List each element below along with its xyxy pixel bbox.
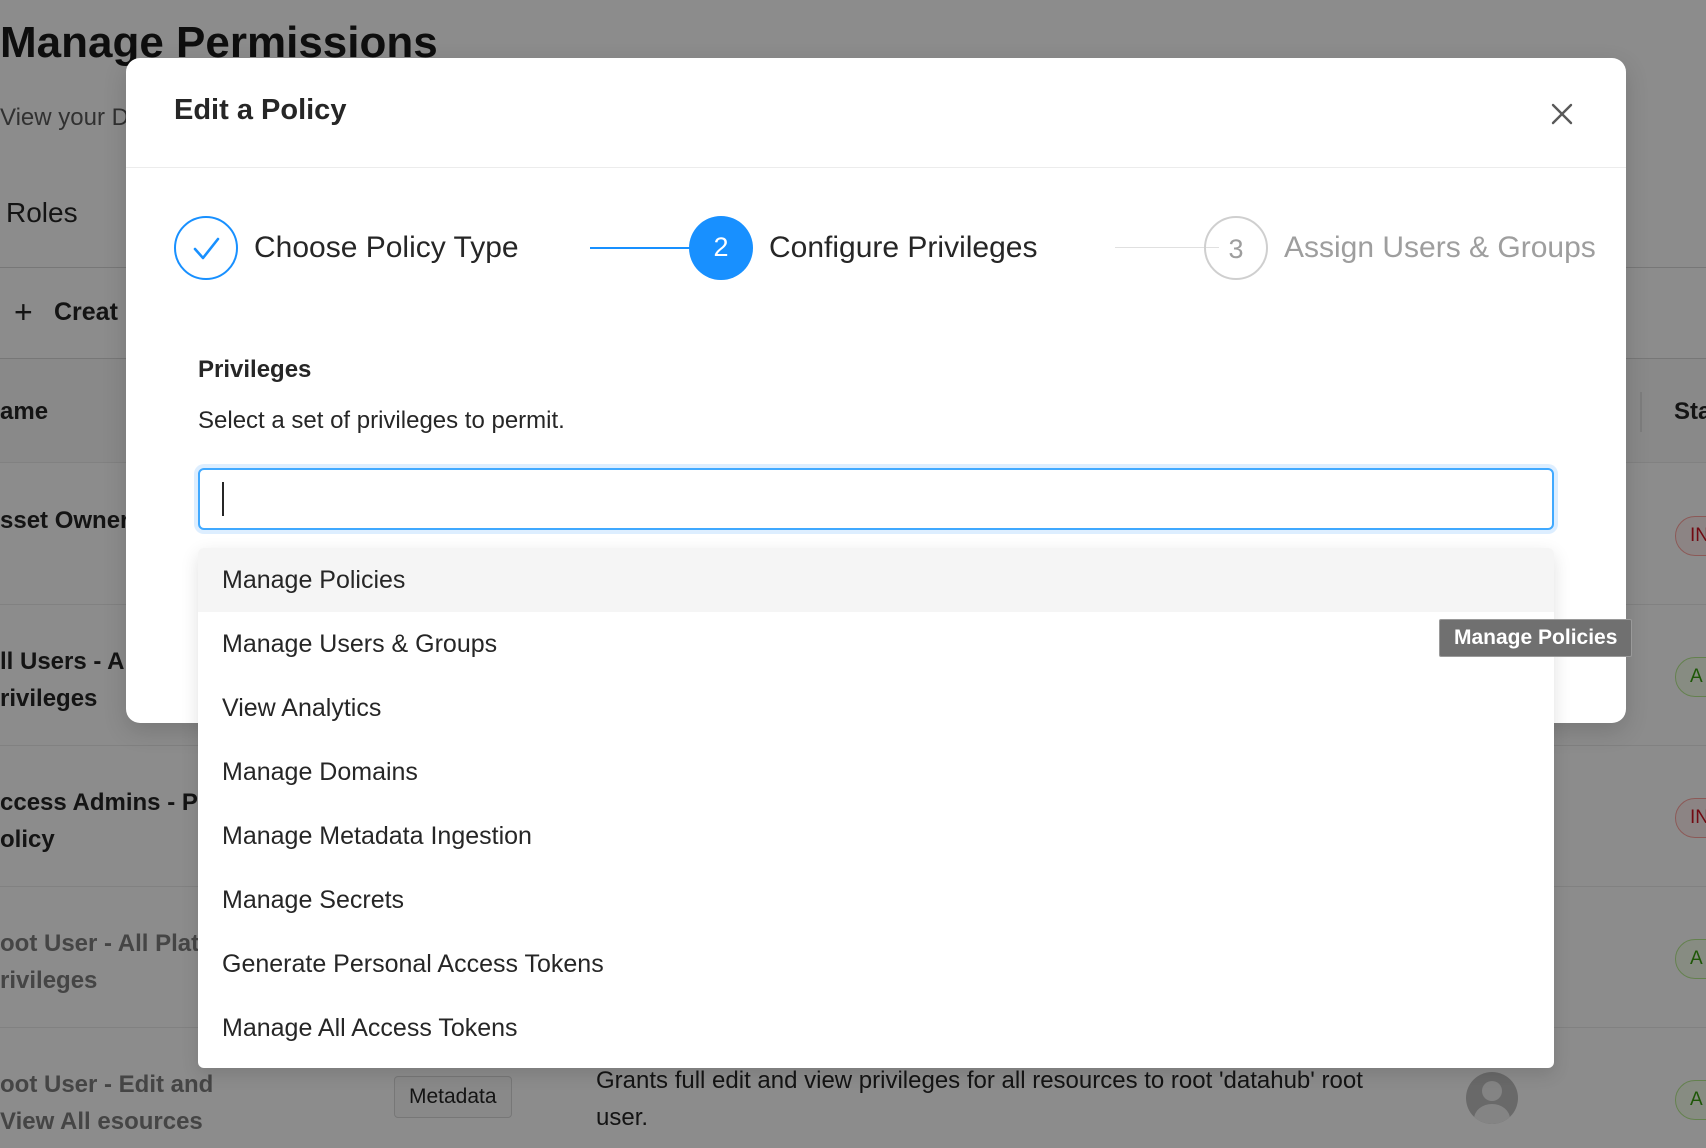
step-1-label: Choose Policy Type bbox=[254, 231, 519, 264]
dropdown-option-manage-policies[interactable]: Manage Policies bbox=[198, 548, 1554, 612]
step-2-label: Configure Privileges bbox=[769, 231, 1038, 264]
dropdown-option-generate-personal-access-tokens[interactable]: Generate Personal Access Tokens bbox=[198, 932, 1554, 996]
modal-title: Edit a Policy bbox=[174, 94, 347, 126]
text-cursor bbox=[222, 482, 224, 516]
privileges-dropdown: Manage Policies Manage Users & Groups Vi… bbox=[198, 548, 1554, 1068]
step-1-check-icon bbox=[174, 216, 238, 280]
dropdown-option-manage-users-groups[interactable]: Manage Users & Groups bbox=[198, 612, 1554, 676]
dropdown-option-manage-metadata-ingestion[interactable]: Manage Metadata Ingestion bbox=[198, 804, 1554, 868]
step-2-number: 2 bbox=[689, 216, 753, 280]
privileges-help-text: Select a set of privileges to permit. bbox=[198, 407, 565, 434]
privileges-select-input[interactable] bbox=[198, 468, 1554, 530]
dropdown-option-manage-secrets[interactable]: Manage Secrets bbox=[198, 868, 1554, 932]
modal-header: Edit a Policy bbox=[126, 58, 1626, 168]
steps: Choose Policy Type 2 Configure Privilege… bbox=[174, 216, 1596, 282]
option-tooltip: Manage Policies bbox=[1439, 619, 1633, 657]
dropdown-option-manage-all-access-tokens[interactable]: Manage All Access Tokens bbox=[198, 996, 1554, 1060]
close-icon[interactable] bbox=[1546, 98, 1578, 130]
step-3-label: Assign Users & Groups bbox=[1284, 231, 1596, 264]
dropdown-option-view-analytics[interactable]: View Analytics bbox=[198, 676, 1554, 740]
privileges-label: Privileges bbox=[198, 356, 312, 383]
dropdown-option-manage-domains[interactable]: Manage Domains bbox=[198, 740, 1554, 804]
step-3-number: 3 bbox=[1204, 216, 1268, 280]
